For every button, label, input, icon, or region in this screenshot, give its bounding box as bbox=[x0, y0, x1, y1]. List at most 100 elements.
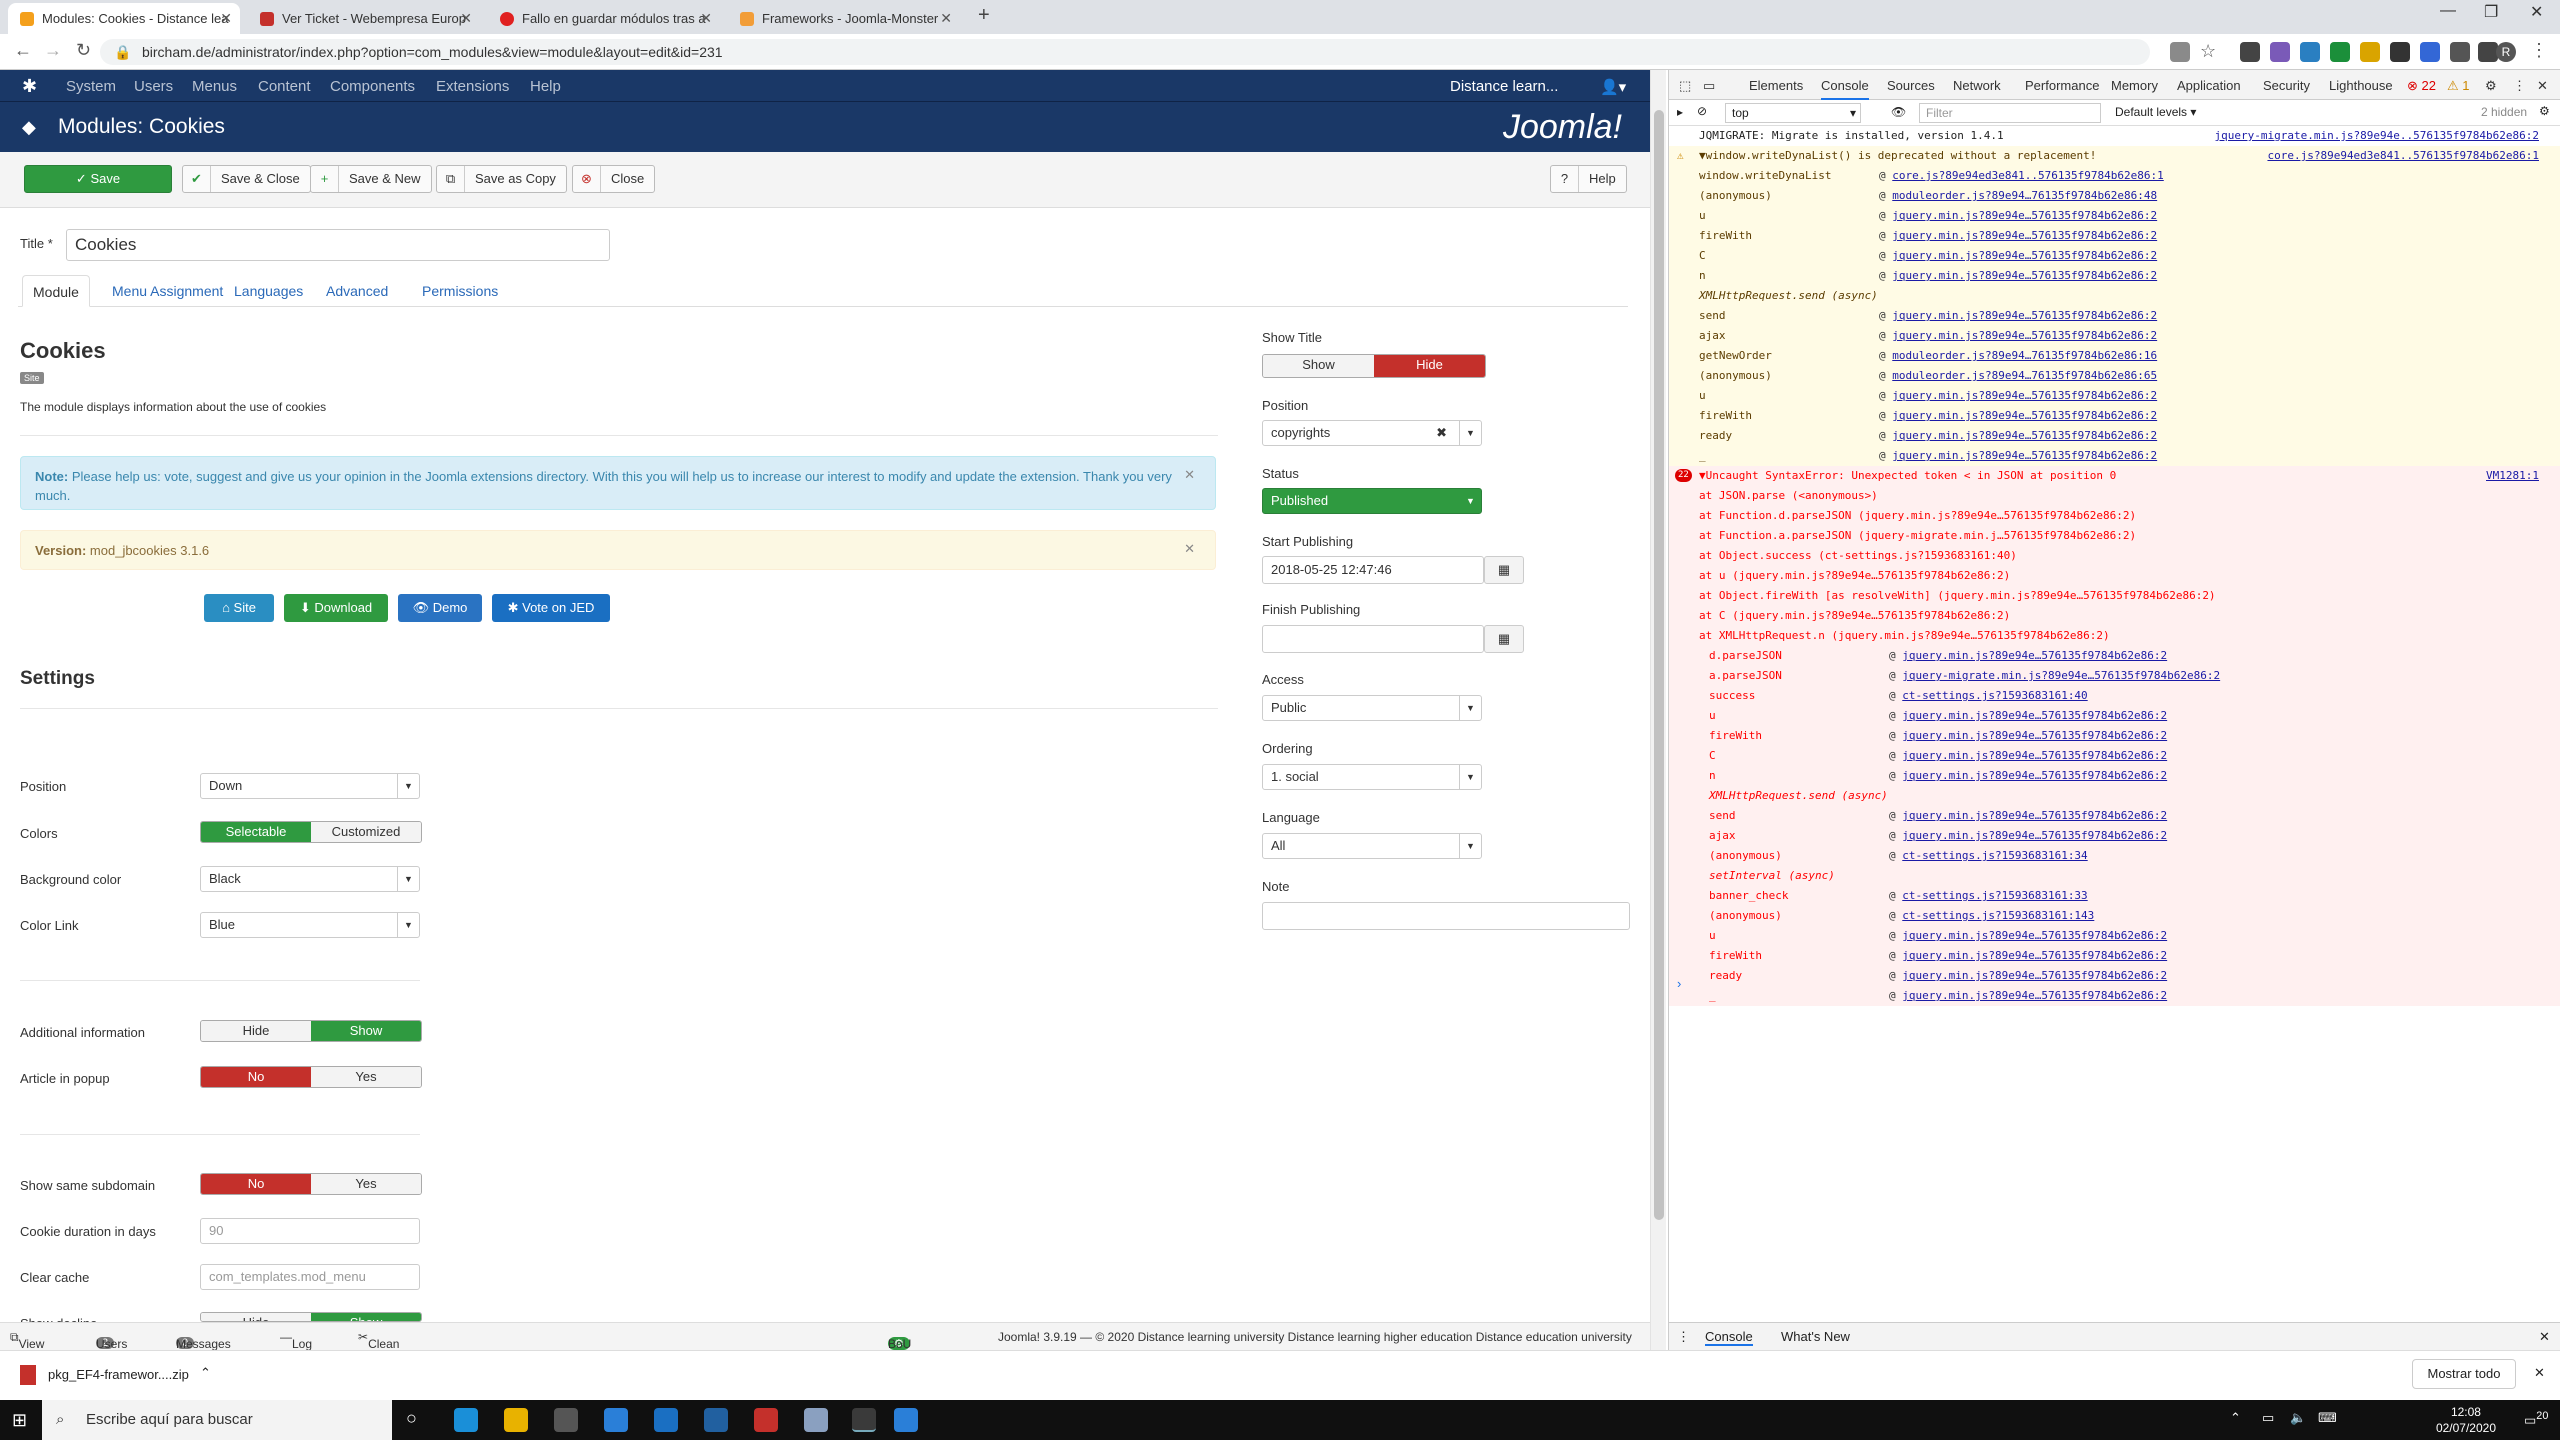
taskbar-search[interactable]: ⌕ Escribe aquí para buscar bbox=[42, 1400, 392, 1440]
tray-icon[interactable]: ⌃ bbox=[2230, 1410, 2241, 1426]
browser-tab[interactable]: Ver Ticket - Webempresa Europ ✕ bbox=[248, 3, 480, 34]
chrome-icon[interactable] bbox=[852, 1408, 876, 1432]
clear-icon[interactable]: ✖ bbox=[1436, 421, 1447, 445]
source-link[interactable]: jquery-migrate.min.js?89e94e…576135f9784… bbox=[1902, 669, 2220, 682]
tab-module[interactable]: Module bbox=[22, 275, 90, 307]
access-select[interactable]: Public ▼ bbox=[1262, 695, 1482, 721]
save-button[interactable]: ✓ Save bbox=[24, 165, 172, 193]
volume-icon[interactable]: 🔈 bbox=[2290, 1410, 2306, 1426]
source-link[interactable]: ct-settings.js?1593683161:33 bbox=[1902, 889, 2087, 902]
close-button[interactable]: ⊗ Close bbox=[572, 165, 656, 193]
user-menu-icon[interactable]: 👤▾ bbox=[1600, 78, 1626, 96]
clean-cache-link[interactable]: ✂ Clean Cache bbox=[358, 1330, 403, 1365]
calendar-icon[interactable]: ▦ bbox=[1484, 556, 1524, 584]
account-icon[interactable] bbox=[2478, 42, 2498, 62]
minimize-icon[interactable]: — bbox=[2440, 2, 2456, 20]
translate-icon[interactable] bbox=[2170, 42, 2190, 62]
nav-content[interactable]: Content bbox=[258, 78, 311, 95]
drawer-menu-icon[interactable]: ⋮ bbox=[1677, 1329, 1690, 1345]
extension-icon[interactable] bbox=[2360, 42, 2380, 62]
taskbar-clock[interactable]: 12:08 02/07/2020 bbox=[2436, 1404, 2496, 1436]
source-link[interactable]: ct-settings.js?1593683161:34 bbox=[1902, 849, 2087, 862]
nav-extensions[interactable]: Extensions bbox=[436, 78, 509, 95]
star-icon[interactable]: ☆ bbox=[2200, 42, 2220, 62]
close-tab-icon[interactable]: ✕ bbox=[220, 3, 232, 34]
logout-link[interactable]: — Log out bbox=[280, 1330, 312, 1365]
download-icon[interactable] bbox=[2240, 42, 2260, 62]
clear-cache-input[interactable]: com_templates.mod_menu bbox=[200, 1264, 420, 1290]
settings-gear-icon[interactable]: ⚙ bbox=[2485, 78, 2497, 94]
notification-icon[interactable]: ▭20 bbox=[2524, 1410, 2548, 1428]
edge-icon[interactable] bbox=[454, 1408, 478, 1432]
source-link[interactable]: core.js?89e94ed3e841..576135f9784b62e86:… bbox=[2267, 146, 2539, 166]
notepad-icon[interactable] bbox=[804, 1408, 828, 1432]
maximize-icon[interactable]: ❐ bbox=[2484, 2, 2498, 22]
start-publishing-input[interactable]: 2018-05-25 12:47:46 bbox=[1262, 556, 1484, 584]
tab-menu-assignment[interactable]: Menu Assignment bbox=[102, 275, 233, 307]
new-tab-button[interactable]: + bbox=[978, 4, 990, 27]
extension-icon[interactable] bbox=[2420, 42, 2440, 62]
warning-count-badge[interactable]: ⚠ 1 bbox=[2447, 78, 2470, 94]
source-link[interactable]: jquery.min.js?89e94e…576135f9784b62e86:2 bbox=[1902, 649, 2167, 662]
tab-elements[interactable]: Elements bbox=[1749, 78, 1803, 93]
source-link[interactable]: jquery.min.js?89e94e…576135f9784b62e86:2 bbox=[1892, 429, 2157, 442]
article-popup-toggle[interactable]: No Yes bbox=[200, 1066, 422, 1088]
tab-languages[interactable]: Languages bbox=[224, 275, 313, 307]
app-icon[interactable] bbox=[894, 1408, 918, 1432]
log-levels-select[interactable]: Default levels ▾ bbox=[2115, 105, 2196, 119]
source-link[interactable]: jquery.min.js?89e94e…576135f9784b62e86:2 bbox=[1902, 709, 2167, 722]
chevron-up-icon[interactable]: ⌃ bbox=[200, 1365, 211, 1381]
source-link[interactable]: jquery.min.js?89e94e…576135f9784b62e86:2 bbox=[1892, 409, 2157, 422]
download-filename[interactable]: pkg_EF4-framewor....zip bbox=[48, 1367, 189, 1382]
view-site-link[interactable]: ⧉ View Site bbox=[10, 1330, 44, 1365]
close-devtools-icon[interactable]: ✕ bbox=[2537, 78, 2548, 94]
windows-start-icon[interactable]: ⊞ bbox=[12, 1410, 27, 1431]
save-copy-button[interactable]: ⧉ Save as Copy bbox=[436, 165, 567, 193]
tab-console[interactable]: Console bbox=[1821, 78, 1869, 100]
source-link[interactable]: jquery.min.js?89e94e…576135f9784b62e86:2 bbox=[1902, 769, 2167, 782]
inspect-icon[interactable]: ⬚ bbox=[1679, 78, 1691, 94]
acrobat-icon[interactable] bbox=[754, 1408, 778, 1432]
error-count-badge[interactable]: ⊗ 22 bbox=[2407, 78, 2436, 94]
url-field[interactable]: 🔒 bircham.de/administrator/index.php?opti… bbox=[100, 39, 2150, 65]
source-link[interactable]: core.js?89e94ed3e841..576135f9784b62e86:… bbox=[1892, 169, 2164, 182]
source-link[interactable]: jquery.min.js?89e94e…576135f9784b62e86:2 bbox=[1902, 969, 2167, 982]
keyboard-icon[interactable]: ⌨ bbox=[2318, 1410, 2337, 1426]
nav-system[interactable]: System bbox=[66, 78, 116, 95]
source-link[interactable]: jquery.min.js?89e94e…576135f9784b62e86:2 bbox=[1892, 329, 2157, 342]
save-new-button[interactable]: + Save & New bbox=[310, 165, 432, 193]
back-icon[interactable]: ← bbox=[14, 40, 32, 61]
close-tab-icon[interactable]: ✕ bbox=[940, 3, 952, 34]
source-link[interactable]: VM1281:1 bbox=[2486, 466, 2539, 486]
outlook-icon[interactable] bbox=[704, 1408, 728, 1432]
eye-icon[interactable]: 👁 bbox=[1891, 105, 1906, 119]
source-link[interactable]: ct-settings.js?1593683161:143 bbox=[1902, 909, 2094, 922]
title-input[interactable]: Cookies bbox=[66, 229, 610, 261]
browser-tab[interactable]: Frameworks - Joomla-Monster ✕ bbox=[728, 3, 960, 34]
tab-permissions[interactable]: Permissions bbox=[412, 275, 508, 307]
puzzle-icon[interactable] bbox=[2450, 42, 2470, 62]
position-select[interactable]: Down ▼ bbox=[200, 773, 420, 799]
browser-tab[interactable]: Modules: Cookies - Distance lea ✕ bbox=[8, 3, 240, 34]
source-link[interactable]: moduleorder.js?89e94…76135f9784b62e86:65 bbox=[1892, 369, 2157, 382]
clear-console-icon[interactable]: ⊘ bbox=[1697, 104, 1707, 118]
file-explorer-icon[interactable] bbox=[504, 1408, 528, 1432]
close-tab-icon[interactable]: ✕ bbox=[700, 3, 712, 34]
source-link[interactable]: jquery.min.js?89e94e…576135f9784b62e86:2 bbox=[1902, 729, 2167, 742]
tab-performance[interactable]: Performance bbox=[2025, 78, 2099, 93]
network-icon[interactable]: ▭ bbox=[2262, 1410, 2274, 1426]
save-close-button[interactable]: ✔ Save & Close bbox=[182, 165, 311, 193]
site-name-link[interactable]: Distance learn... bbox=[1450, 78, 1558, 95]
source-link[interactable]: jquery.min.js?89e94e…576135f9784b62e86:2 bbox=[1892, 389, 2157, 402]
page-scrollbar[interactable] bbox=[1650, 70, 1666, 1350]
site-link-button[interactable]: ⌂ Site bbox=[204, 594, 274, 622]
status-select[interactable]: Published ▼ bbox=[1262, 488, 1482, 514]
source-link[interactable]: jquery.min.js?89e94e…576135f9784b62e86:2 bbox=[1892, 249, 2157, 262]
tab-lighthouse[interactable]: Lighthouse bbox=[2329, 78, 2393, 93]
show-decline-toggle[interactable]: HideShow bbox=[200, 1312, 422, 1322]
same-subdomain-toggle[interactable]: No Yes bbox=[200, 1173, 422, 1195]
close-alert-icon[interactable]: ✕ bbox=[1184, 465, 1195, 484]
console-settings-icon[interactable]: ⚙ bbox=[2539, 104, 2550, 118]
tab-network[interactable]: Network bbox=[1953, 78, 2001, 93]
source-link[interactable]: jquery.min.js?89e94e…576135f9784b62e86:2 bbox=[1902, 929, 2167, 942]
